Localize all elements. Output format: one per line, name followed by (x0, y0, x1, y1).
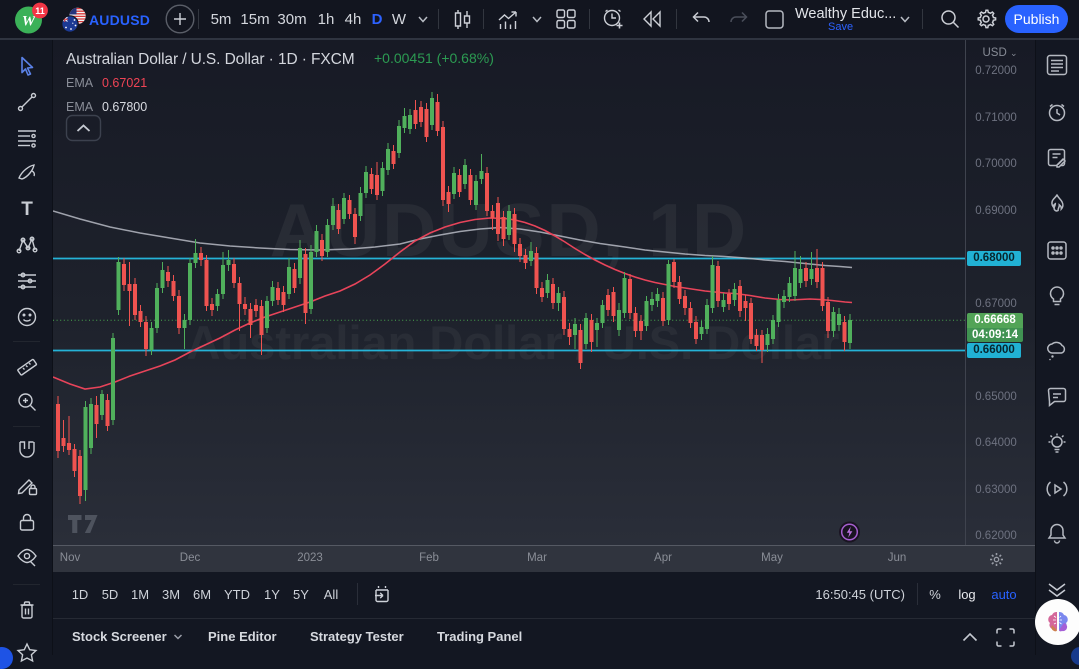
svg-text:0.67021: 0.67021 (102, 76, 147, 90)
svg-text:Australian Dollar / U.S. Dolla: Australian Dollar / U.S. Dollar (187, 316, 840, 369)
svg-text:EMA: EMA (66, 76, 94, 90)
svg-text:0.67800: 0.67800 (102, 100, 147, 114)
svg-text:+0.00451 (+0.68%): +0.00451 (+0.68%) (374, 50, 494, 66)
svg-text:EMA: EMA (66, 100, 94, 114)
svg-text:11: 11 (35, 6, 45, 16)
svg-text:Australian Dollar / U.S. Dolla: Australian Dollar / U.S. Dollar · 1D · F… (66, 51, 355, 68)
